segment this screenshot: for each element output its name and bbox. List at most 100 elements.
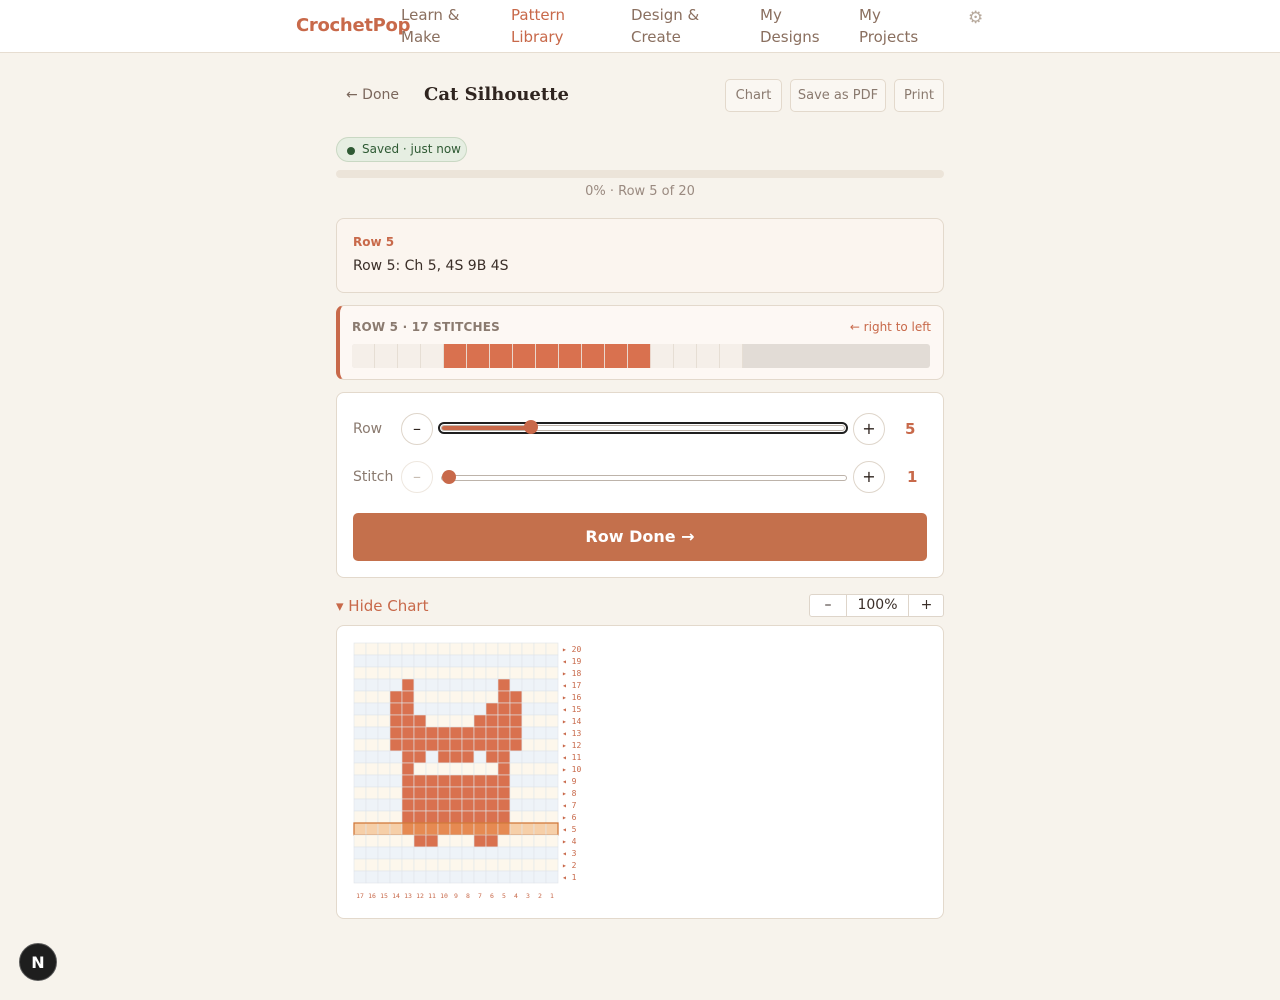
chart-cell[interactable] bbox=[425, 858, 439, 872]
chart-cell[interactable] bbox=[509, 858, 523, 872]
chart-cell[interactable] bbox=[509, 810, 523, 824]
chart-cell[interactable] bbox=[377, 654, 391, 668]
chart-cell[interactable] bbox=[485, 822, 499, 836]
chart-cell[interactable] bbox=[461, 846, 475, 860]
chart-cell[interactable] bbox=[533, 822, 547, 836]
chart-cell[interactable] bbox=[497, 726, 511, 740]
chart-cell[interactable] bbox=[437, 642, 451, 656]
chart-cell[interactable] bbox=[497, 702, 511, 716]
chart-cell[interactable] bbox=[533, 798, 547, 812]
chart-cell[interactable] bbox=[533, 726, 547, 740]
chart-cell[interactable] bbox=[389, 654, 403, 668]
chart-cell[interactable] bbox=[533, 654, 547, 668]
chart-cell[interactable] bbox=[545, 798, 559, 812]
chart-cell[interactable] bbox=[377, 786, 391, 800]
chart-cell[interactable] bbox=[461, 786, 475, 800]
chart-cell[interactable] bbox=[377, 774, 391, 788]
chart-cell[interactable] bbox=[521, 762, 535, 776]
chart-cell[interactable] bbox=[545, 858, 559, 872]
chart-cell[interactable] bbox=[497, 822, 511, 836]
chart-cell[interactable] bbox=[437, 774, 451, 788]
nav-pattern-library[interactable]: Pattern Library bbox=[511, 4, 591, 48]
brand-logo[interactable]: CrochetPop bbox=[296, 15, 411, 36]
chart-cell[interactable] bbox=[437, 690, 451, 704]
chart-cell[interactable] bbox=[449, 846, 463, 860]
chart-cell[interactable] bbox=[449, 678, 463, 692]
chart-cell[interactable] bbox=[425, 774, 439, 788]
chart-cell[interactable] bbox=[461, 654, 475, 668]
chart-cell[interactable] bbox=[365, 870, 379, 884]
chart-cell[interactable] bbox=[437, 810, 451, 824]
chart-cell[interactable] bbox=[473, 654, 487, 668]
chart-cell[interactable] bbox=[413, 858, 427, 872]
chart-cell[interactable] bbox=[365, 750, 379, 764]
chart-cell[interactable] bbox=[425, 666, 439, 680]
chart-cell[interactable] bbox=[473, 774, 487, 788]
chart-cell[interactable] bbox=[485, 642, 499, 656]
chart-cell[interactable] bbox=[509, 678, 523, 692]
chart-cell[interactable] bbox=[389, 846, 403, 860]
chart-cell[interactable] bbox=[353, 762, 367, 776]
chart-cell[interactable] bbox=[437, 870, 451, 884]
chart-cell[interactable] bbox=[521, 690, 535, 704]
chart-cell[interactable] bbox=[377, 702, 391, 716]
chart-cell[interactable] bbox=[437, 798, 451, 812]
gear-icon[interactable]: ⚙ bbox=[968, 8, 983, 28]
chart-cell[interactable] bbox=[533, 858, 547, 872]
chart-cell[interactable] bbox=[413, 798, 427, 812]
chart-cell[interactable] bbox=[509, 846, 523, 860]
chart-cell[interactable] bbox=[437, 726, 451, 740]
chart-cell[interactable] bbox=[449, 774, 463, 788]
chart-cell[interactable] bbox=[425, 798, 439, 812]
chart-cell[interactable] bbox=[485, 690, 499, 704]
chart-cell[interactable] bbox=[497, 858, 511, 872]
chart-cell[interactable] bbox=[401, 750, 415, 764]
chart-cell[interactable] bbox=[365, 654, 379, 668]
chart-cell[interactable] bbox=[533, 702, 547, 716]
chart-cell[interactable] bbox=[533, 870, 547, 884]
chart-cell[interactable] bbox=[461, 702, 475, 716]
chart-cell[interactable] bbox=[401, 822, 415, 836]
chart-cell[interactable] bbox=[509, 786, 523, 800]
chart-cell[interactable] bbox=[425, 726, 439, 740]
chart-cell[interactable] bbox=[473, 702, 487, 716]
chart-cell[interactable] bbox=[377, 762, 391, 776]
chart-cell[interactable] bbox=[389, 702, 403, 716]
chart-cell[interactable] bbox=[449, 858, 463, 872]
assistant-badge[interactable]: N bbox=[19, 943, 57, 981]
chart-cell[interactable] bbox=[401, 654, 415, 668]
chart-cell[interactable] bbox=[521, 702, 535, 716]
chart-cell[interactable] bbox=[437, 750, 451, 764]
chart-cell[interactable] bbox=[425, 642, 439, 656]
chart-cell[interactable] bbox=[497, 666, 511, 680]
chart-cell[interactable] bbox=[545, 714, 559, 728]
chart-cell[interactable] bbox=[365, 834, 379, 848]
chart-cell[interactable] bbox=[365, 726, 379, 740]
chart-cell[interactable] bbox=[461, 750, 475, 764]
chart-cell[interactable] bbox=[473, 822, 487, 836]
chart-cell[interactable] bbox=[497, 690, 511, 704]
chart-cell[interactable] bbox=[425, 822, 439, 836]
chart-cell[interactable] bbox=[401, 678, 415, 692]
chart-cell[interactable] bbox=[509, 738, 523, 752]
chart-cell[interactable] bbox=[461, 858, 475, 872]
chart-cell[interactable] bbox=[473, 726, 487, 740]
chart-cell[interactable] bbox=[449, 666, 463, 680]
chart-cell[interactable] bbox=[461, 666, 475, 680]
chart-cell[interactable] bbox=[545, 690, 559, 704]
chart-cell[interactable] bbox=[389, 762, 403, 776]
chart-cell[interactable] bbox=[449, 750, 463, 764]
chart-cell[interactable] bbox=[449, 810, 463, 824]
chart-cell[interactable] bbox=[365, 822, 379, 836]
chart-cell[interactable] bbox=[533, 834, 547, 848]
chart-cell[interactable] bbox=[473, 786, 487, 800]
chart-cell[interactable] bbox=[449, 726, 463, 740]
chart-cell[interactable] bbox=[401, 642, 415, 656]
chart-cell[interactable] bbox=[437, 702, 451, 716]
stitch-slider[interactable] bbox=[441, 470, 847, 484]
chart-cell[interactable] bbox=[485, 870, 499, 884]
chart-cell[interactable] bbox=[485, 834, 499, 848]
chart-cell[interactable] bbox=[473, 714, 487, 728]
chart-cell[interactable] bbox=[377, 810, 391, 824]
chart-cell[interactable] bbox=[413, 846, 427, 860]
